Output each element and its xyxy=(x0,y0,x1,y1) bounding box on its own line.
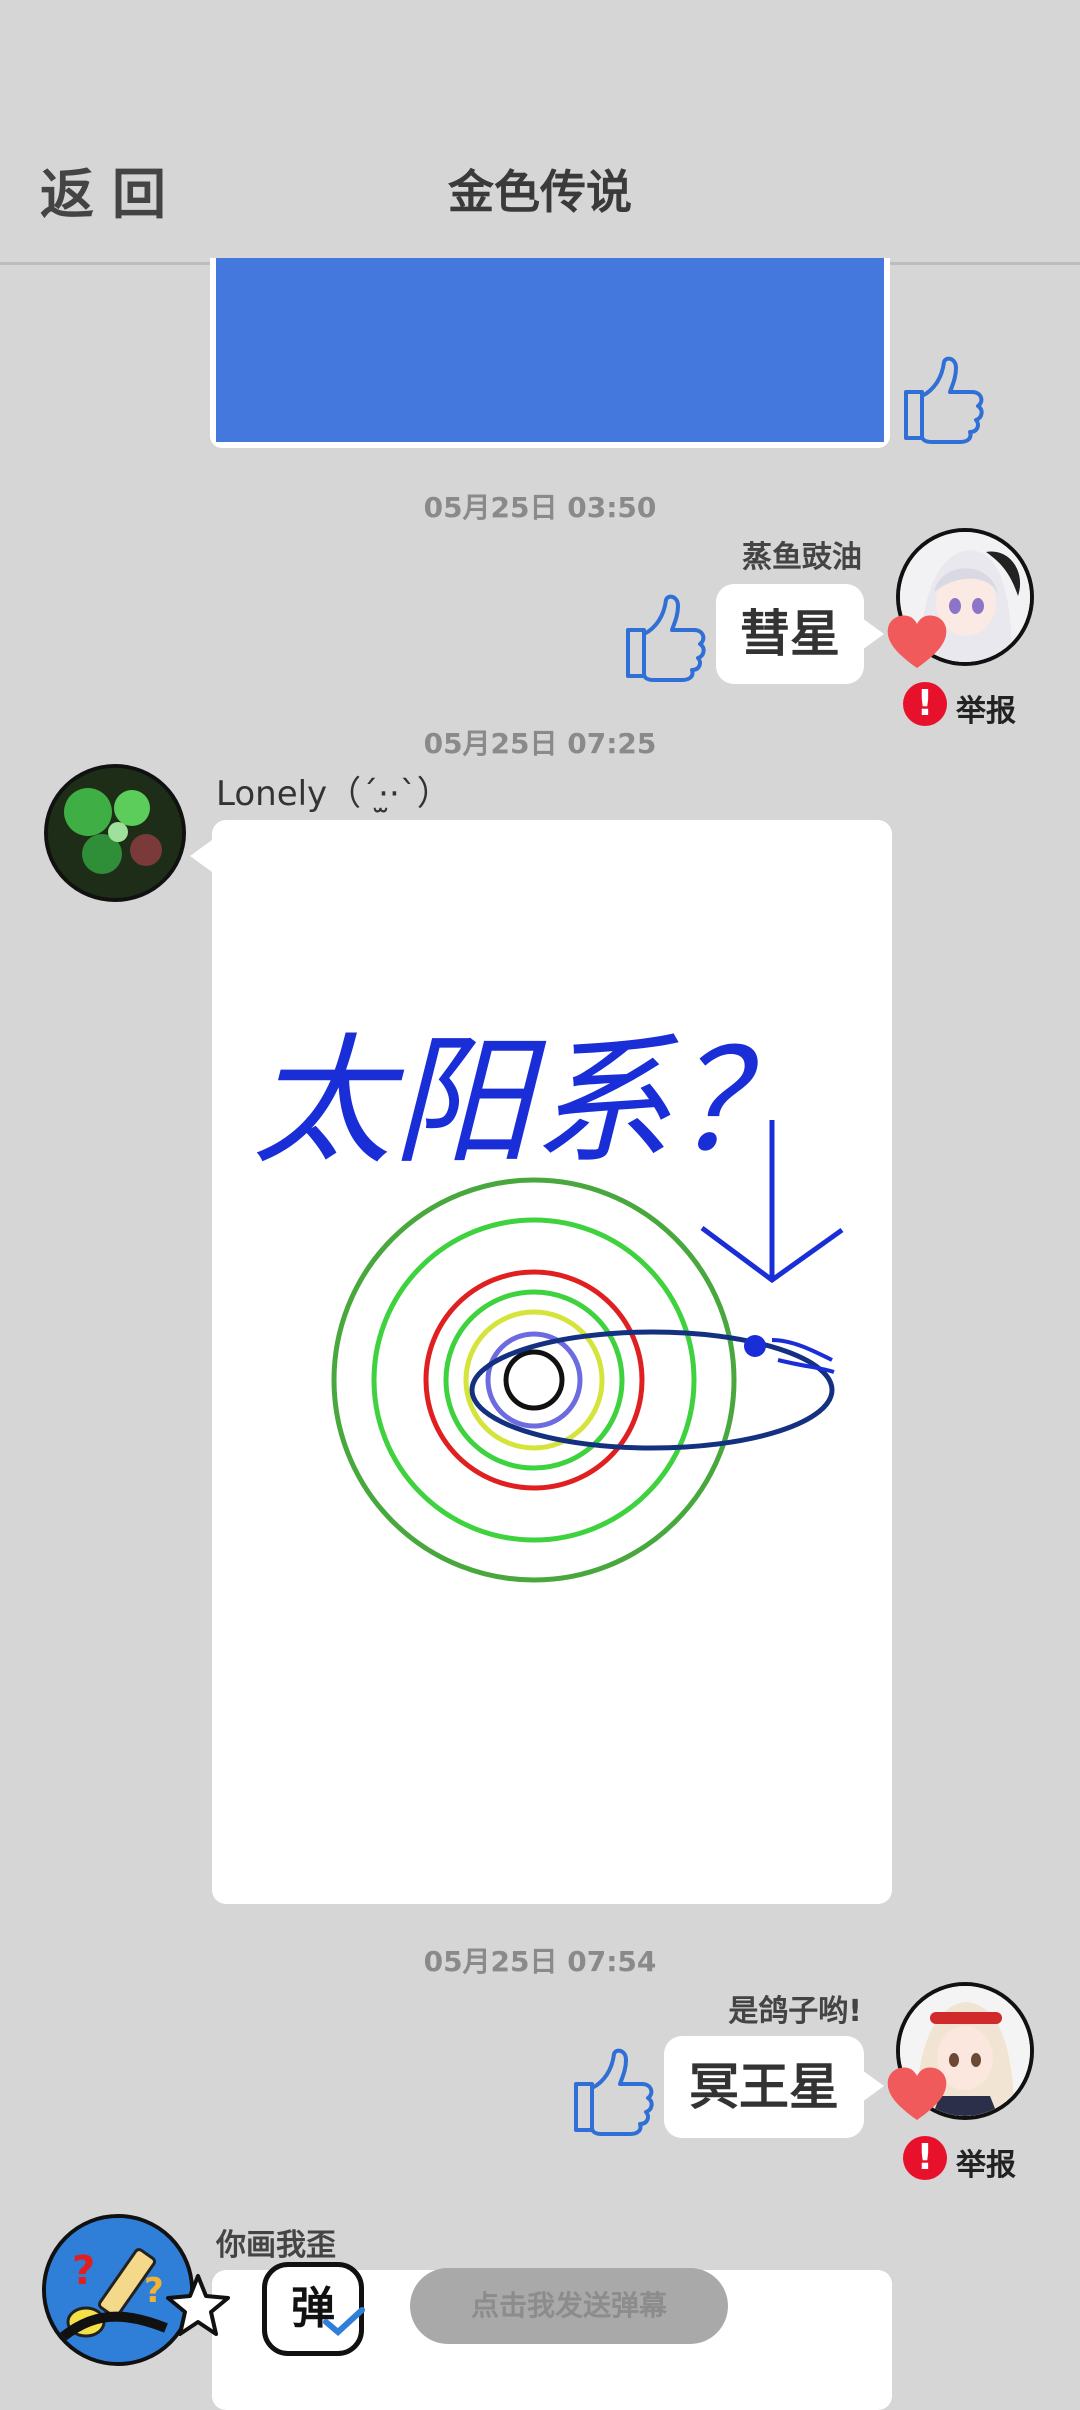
page-title: 金色传说 xyxy=(448,165,632,219)
report-button[interactable]: 举报 xyxy=(956,2140,1016,2184)
timestamp: 05月25日 07:54 xyxy=(423,1945,657,1978)
heart-icon[interactable] xyxy=(884,612,950,672)
heart-icon[interactable] xyxy=(884,2064,950,2124)
svg-text:?: ? xyxy=(72,2248,95,2294)
username: Lonely（ˊ·̫·ˋ） xyxy=(216,774,451,814)
username: 是鸽子哟! xyxy=(728,1994,862,2029)
username: 你画我歪 xyxy=(216,2228,336,2263)
report-icon[interactable]: ! xyxy=(903,2136,947,2180)
thumbs-up-icon[interactable] xyxy=(622,590,706,682)
thumbs-up-icon[interactable] xyxy=(570,2044,654,2136)
timestamp: 05月25日 03:50 xyxy=(423,491,657,524)
message-bubble[interactable]: 彗星 xyxy=(716,584,864,684)
avatar[interactable] xyxy=(44,764,186,902)
svg-text:?: ? xyxy=(144,2271,164,2311)
drawing-handwritten-text: 太阳系？ xyxy=(252,1021,812,1184)
drawing-card-previous[interactable] xyxy=(210,258,890,448)
report-icon[interactable]: ! xyxy=(903,682,947,726)
bubble-tail xyxy=(862,618,884,650)
drawing-blue-fill xyxy=(216,258,884,442)
username: 蒸鱼豉油 xyxy=(742,540,862,575)
drawing-card[interactable]: 太阳系？ xyxy=(212,820,892,1904)
bubble-tail xyxy=(190,840,212,872)
timestamp: 05月25日 07:25 xyxy=(423,727,657,760)
check-icon xyxy=(323,2307,365,2336)
top-nav-bar: 返回 金色传说 xyxy=(0,0,1080,265)
solar-system-drawing: 太阳系？ xyxy=(252,1021,844,1583)
message-bubble[interactable]: 冥王星 xyxy=(664,2036,864,2138)
bubble-tail xyxy=(862,2070,884,2102)
star-icon[interactable] xyxy=(166,2272,230,2336)
thumbs-up-icon[interactable] xyxy=(900,352,984,444)
avatar-illustration xyxy=(48,768,182,898)
send-danmu-button[interactable]: 点击我发送弹幕 xyxy=(410,2268,728,2344)
